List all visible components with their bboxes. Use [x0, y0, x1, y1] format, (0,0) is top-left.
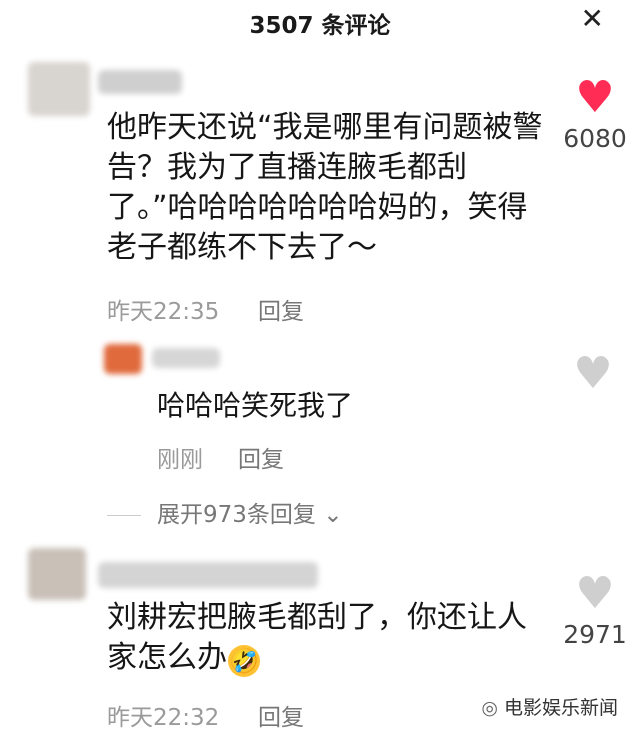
reply-button[interactable]: 回复	[258, 698, 304, 732]
avatar[interactable]	[104, 344, 142, 374]
comment-text: 刘耕宏把腋毛都刮了，你还让人 家怎么办	[107, 600, 527, 675]
laughing-emoji-icon: 🤣	[228, 645, 260, 677]
comment-time: 昨天22:35	[107, 299, 220, 325]
comments-title: 3507 条评论	[249, 13, 391, 39]
username[interactable]	[98, 70, 182, 94]
heart-icon: ♥	[573, 348, 613, 399]
reply-button[interactable]: 回复	[258, 292, 304, 326]
expand-line	[107, 515, 141, 516]
avatar[interactable]	[28, 62, 90, 116]
username[interactable]	[98, 562, 318, 588]
avatar[interactable]	[28, 548, 86, 600]
like-count: 6080	[563, 124, 627, 153]
chevron-down-icon: ⌄	[323, 502, 343, 528]
like-button[interactable]: ♥ 2971	[560, 568, 630, 650]
watermark: ◎ 电影娱乐新闻	[481, 693, 618, 720]
watermark-text: 电影娱乐新闻	[503, 697, 618, 719]
comment-text: 他昨天还说“我是哪里有问题被警 告？我为了直播连腋毛都刮 了。”哈哈哈哈哈哈哈妈…	[107, 110, 543, 265]
like-button[interactable]: ♥ 6080	[560, 72, 630, 154]
reply-button[interactable]: 回复	[238, 440, 284, 474]
heart-icon: ♥	[575, 72, 615, 123]
like-count: 2971	[563, 620, 627, 649]
comment-time: 昨天22:32	[107, 705, 220, 731]
like-button[interactable]: ♥	[570, 352, 616, 396]
heart-icon: ♥	[575, 568, 615, 619]
comments-header: 3507 条评论 ✕	[0, 0, 640, 44]
wechat-icon: ◎	[481, 697, 498, 719]
reply-time: 刚刚	[157, 447, 203, 473]
username[interactable]	[152, 348, 220, 368]
reply-text: 哈哈哈笑死我了	[157, 389, 354, 422]
close-icon[interactable]: ✕	[581, 4, 604, 34]
expand-replies-button[interactable]: 展开973条回复 ⌄	[107, 495, 343, 529]
